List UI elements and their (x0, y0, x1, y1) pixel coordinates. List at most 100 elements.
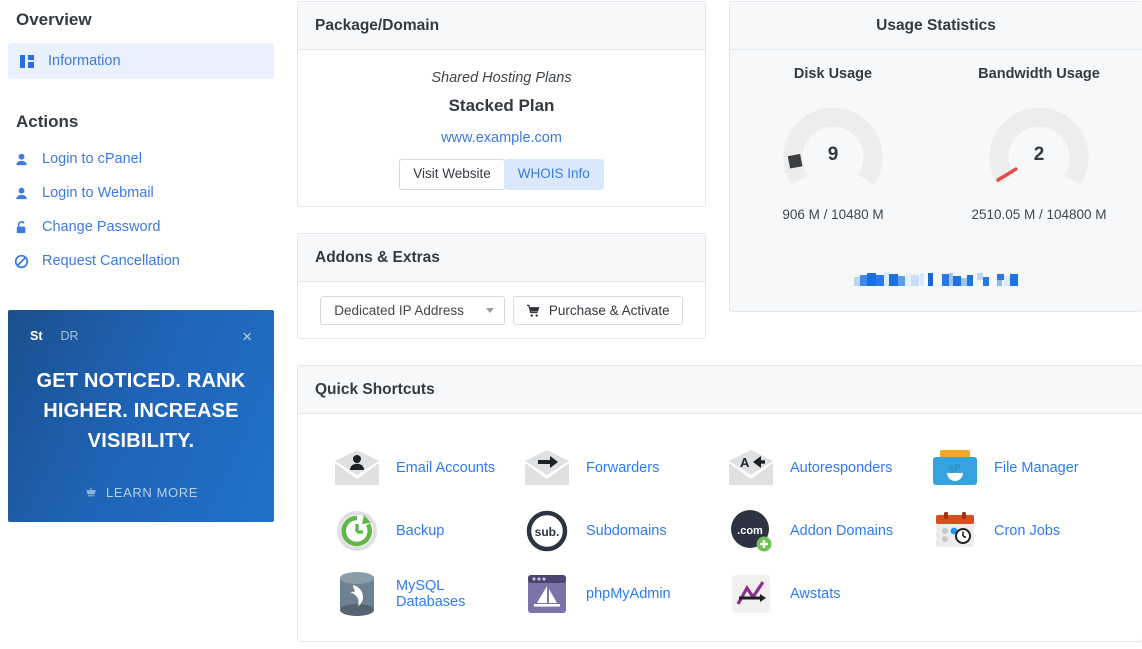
card-header: Addons & Extras (298, 234, 705, 282)
bandwidth-usage-gauge: 2 (984, 98, 1094, 193)
package-plan-name: Stacked Plan (448, 96, 555, 115)
shortcut-label: Forwarders (586, 459, 660, 476)
promo-learn-more-button[interactable]: LEARN MORE (8, 485, 274, 500)
sidebar-action-request-cancellation[interactable]: Request Cancellation (8, 244, 274, 278)
mysql-databases-icon (332, 569, 382, 619)
shortcut-awstats[interactable]: Awstats (720, 562, 924, 625)
shortcut-email-accounts[interactable]: Email Accounts (312, 436, 516, 499)
shortcut-backup[interactable]: Backup (312, 499, 516, 562)
shortcut-label: Autoresponders (790, 459, 893, 476)
usage-body: Disk Usage 9 906 M / 10480 M Bandwidth U… (730, 50, 1142, 222)
visit-website-button[interactable]: Visit Website (399, 159, 505, 190)
autoresponders-icon: A (726, 443, 776, 493)
svg-text:.com: .com (737, 525, 763, 537)
addons-extras-card: Addons & Extras Dedicated IP Address Pur… (297, 233, 706, 339)
card-title: Addons & Extras (315, 248, 440, 266)
sidebar-action-label: Login to cPanel (42, 151, 142, 167)
sidebar-action-label: Request Cancellation (42, 253, 180, 269)
shortcut-label: File Manager (994, 459, 1079, 476)
shortcut-addon-domains[interactable]: .com Addon Domains (720, 499, 924, 562)
sidebar-overview-heading: Overview (16, 10, 92, 29)
bandwidth-usage-column: Bandwidth Usage 2 2510.05 M / 104800 M (936, 66, 1142, 222)
sidebar-actions-list: Login to cPanel Login to Webmail Change … (8, 142, 274, 278)
package-domain-card: Package/Domain Shared Hosting Plans Stac… (297, 1, 706, 207)
shortcut-subdomains[interactable]: sub. Subdomains (516, 499, 720, 562)
quick-shortcuts-card: Quick Shortcuts Email Accounts Forwarder… (297, 365, 1142, 642)
shortcut-label: MySQL Databases (396, 577, 466, 610)
bandwidth-usage-value: 2 (1033, 144, 1045, 165)
purchase-button-label: Purchase & Activate (548, 303, 670, 318)
dashboard-page: Overview Information Actions Login to cP… (0, 0, 1142, 649)
backup-icon (332, 506, 382, 556)
shortcut-label: phpMyAdmin (586, 585, 671, 602)
card-title: Usage Statistics (876, 16, 996, 34)
redacted-link-strip (852, 272, 1018, 286)
domain-link[interactable]: www.example.com (441, 130, 562, 146)
disk-usage-column: Disk Usage 9 906 M / 10480 M (730, 66, 936, 222)
ban-icon (14, 254, 29, 268)
user-icon (16, 187, 27, 199)
svg-text:A: A (740, 455, 750, 470)
shortcut-label: Subdomains (586, 522, 667, 539)
package-buttons: Visit Website WHOIS Info (298, 159, 705, 190)
sidebar: Overview Information Actions Login to cP… (0, 0, 290, 649)
cron-jobs-icon (930, 506, 980, 556)
promo-banner: St DR × GET NOTICED. RANK HIGHER. INCREA… (8, 310, 274, 522)
user-icon (16, 153, 27, 165)
disk-usage-title: Disk Usage (793, 66, 873, 82)
sidebar-item-label: Information (48, 53, 121, 69)
shortcut-autoresponders[interactable]: A Autoresponders (720, 436, 924, 499)
sidebar-action-label: Login to Webmail (42, 185, 154, 201)
forwarders-icon (522, 443, 572, 493)
shortcut-cron-jobs[interactable]: Cron Jobs (924, 499, 1128, 562)
sidebar-item-information[interactable]: Information (8, 43, 274, 79)
cart-icon (86, 487, 96, 497)
close-icon[interactable]: × (242, 328, 252, 345)
package-group: Shared Hosting Plans (431, 70, 572, 86)
awstats-icon (726, 569, 776, 619)
bandwidth-usage-detail: 2510.05 M / 104800 M (971, 207, 1107, 222)
cart-icon (526, 304, 540, 317)
shortcut-phpmyadmin[interactable]: phpMyAdmin (516, 562, 720, 625)
phpmyadmin-icon (522, 569, 572, 619)
shortcut-label: Backup (396, 522, 445, 539)
promo-cta-label: LEARN MORE (106, 485, 198, 500)
email-accounts-icon (332, 443, 382, 493)
shortcut-label: Awstats (790, 585, 841, 602)
card-header: Usage Statistics (730, 2, 1142, 50)
shortcut-forwarders[interactable]: Forwarders (516, 436, 720, 499)
disk-usage-value: 9 (827, 144, 839, 165)
sidebar-action-label: Change Password (42, 219, 161, 235)
package-domain-body: Shared Hosting Plans Stacked Plan www.ex… (298, 50, 705, 190)
card-title: Quick Shortcuts (315, 380, 435, 398)
sidebar-action-change-password[interactable]: Change Password (8, 210, 274, 244)
addon-domains-icon: .com (726, 506, 776, 556)
sidebar-action-login-webmail[interactable]: Login to Webmail (8, 176, 274, 210)
card-title: Package/Domain (315, 16, 440, 34)
bandwidth-usage-title: Bandwidth Usage (978, 66, 1100, 82)
shortcuts-grid: Email Accounts Forwarders A Autoresponde… (298, 414, 1142, 625)
shortcut-file-manager[interactable]: cP File Manager (924, 436, 1128, 499)
sidebar-action-login-cpanel[interactable]: Login to cPanel (8, 142, 274, 176)
shortcut-mysql-databases[interactable]: MySQL Databases (312, 562, 516, 625)
promo-tab-dr[interactable]: DR (61, 329, 79, 343)
promo-tab-st[interactable]: St (30, 329, 43, 343)
svg-text:sub.: sub. (535, 525, 560, 539)
shortcut-label: Cron Jobs (994, 522, 1061, 539)
card-header: Package/Domain (298, 2, 705, 50)
shortcut-label: Email Accounts (396, 459, 496, 476)
sidebar-nav: Information (8, 43, 274, 79)
addon-select-value: Dedicated IP Address (334, 303, 464, 318)
sidebar-actions-heading: Actions (16, 112, 79, 131)
grid-icon (20, 54, 35, 68)
disk-usage-detail: 906 M / 10480 M (782, 207, 884, 222)
promo-tabs: St DR × (8, 326, 274, 346)
chevron-down-icon (485, 308, 494, 313)
addon-select[interactable]: Dedicated IP Address (320, 296, 505, 325)
purchase-activate-button[interactable]: Purchase & Activate (512, 296, 683, 325)
card-header: Quick Shortcuts (298, 366, 1142, 414)
subdomains-icon: sub. (522, 506, 572, 556)
addons-body: Dedicated IP Address Purchase & Activate (298, 282, 705, 339)
lock-icon (16, 220, 26, 233)
whois-info-button[interactable]: WHOIS Info (503, 159, 604, 190)
